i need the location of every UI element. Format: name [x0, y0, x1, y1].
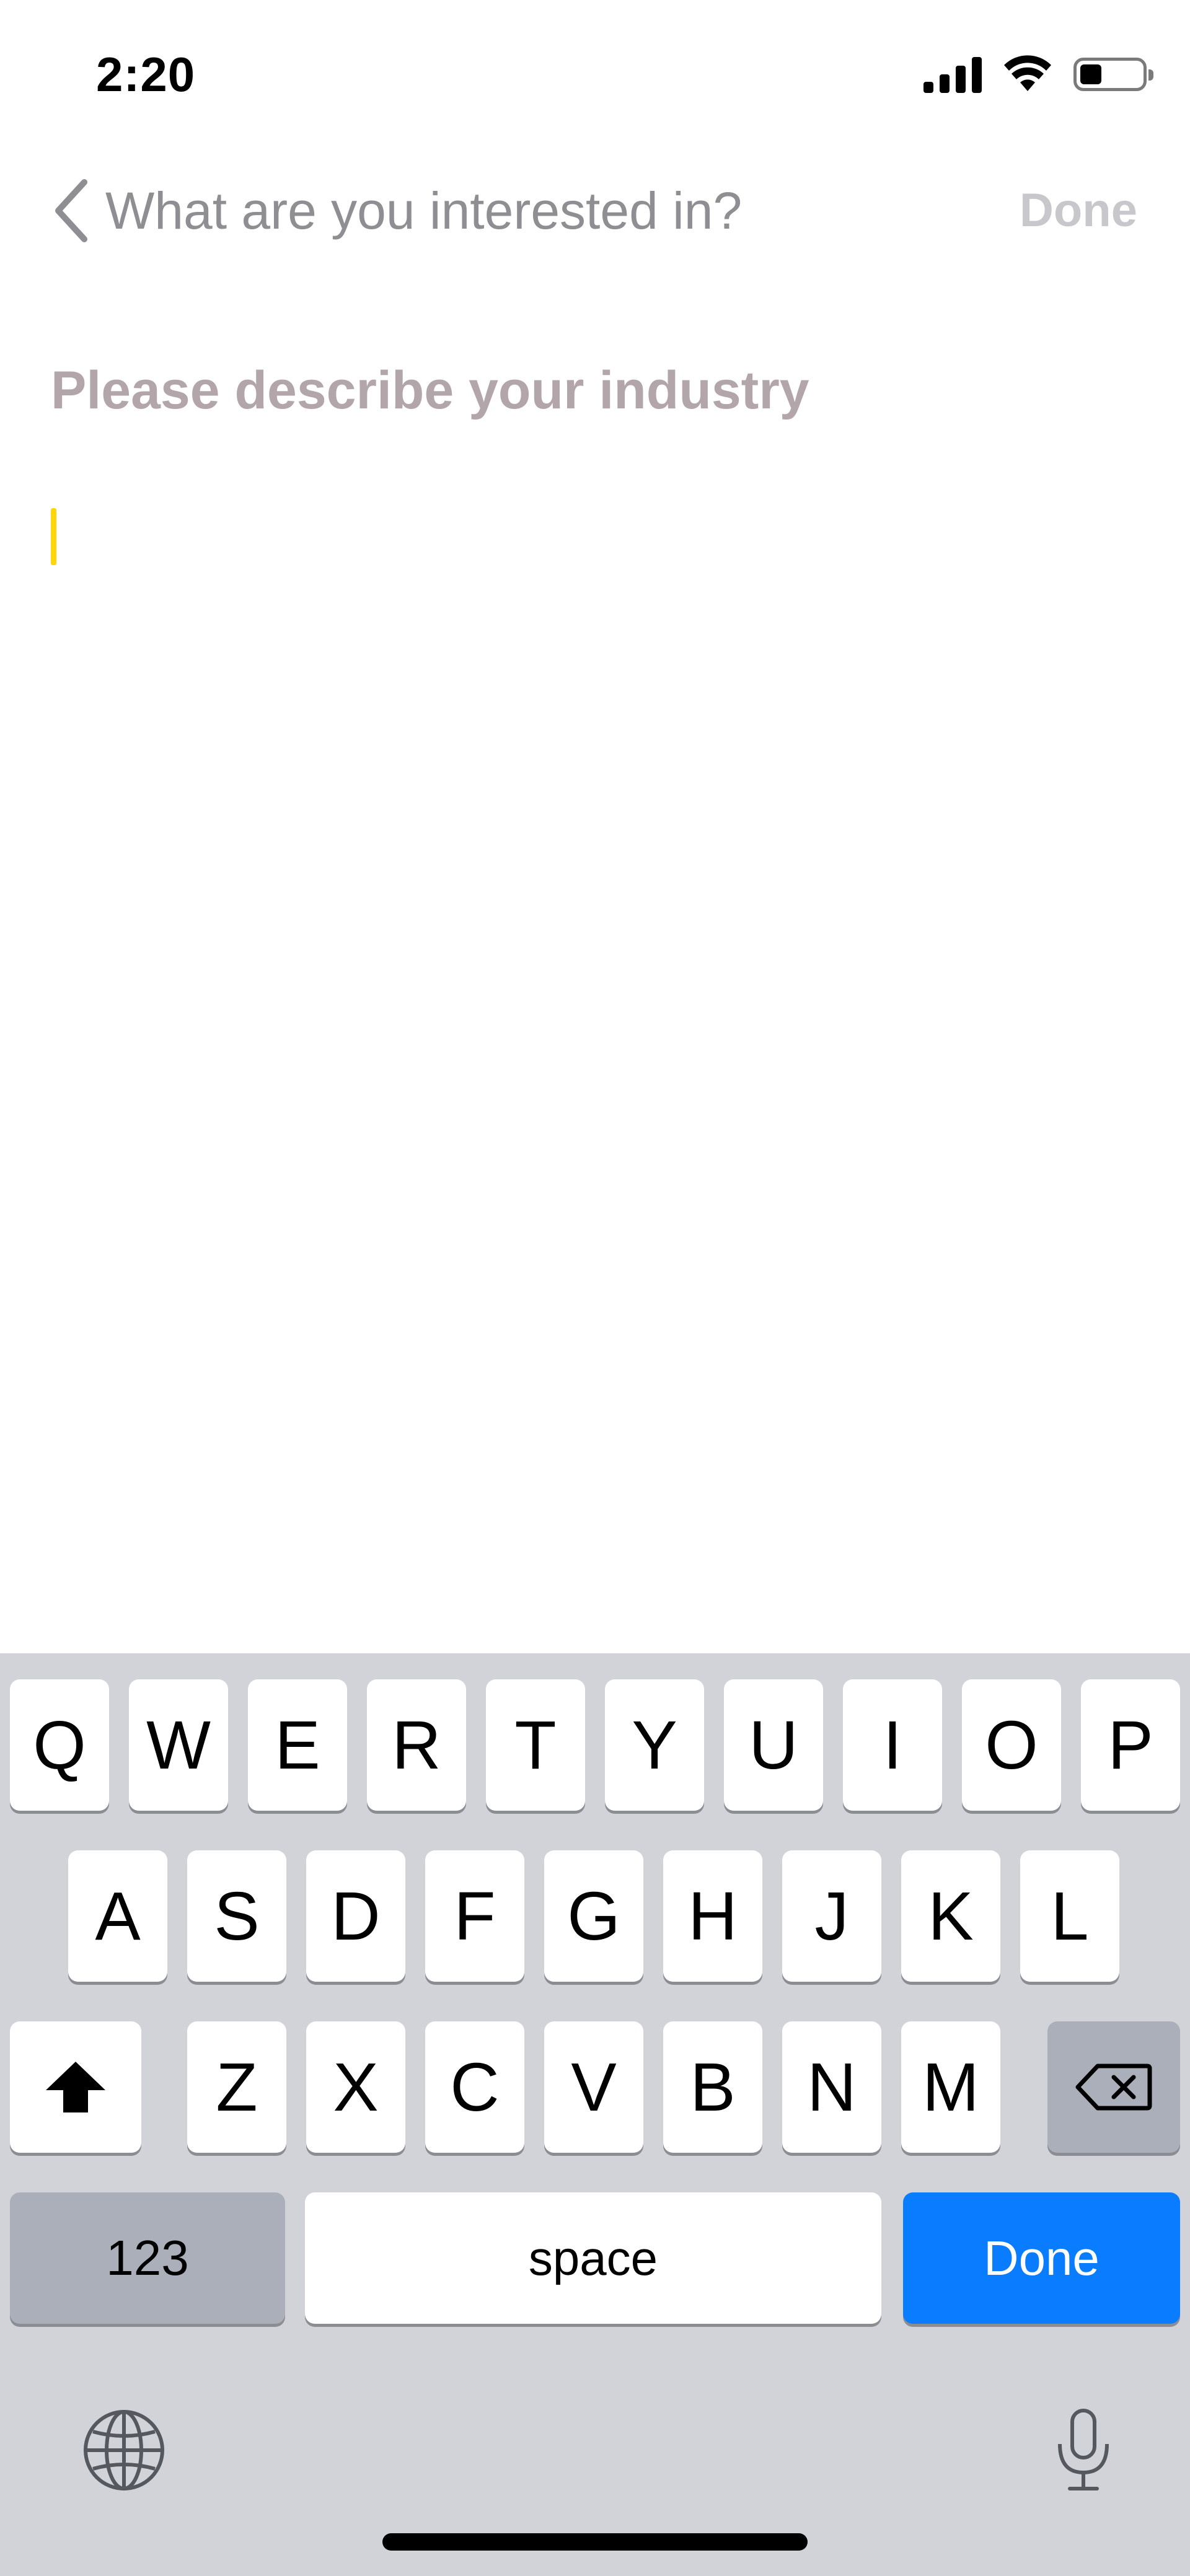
key-z[interactable]: Z: [187, 2021, 286, 2153]
key-s[interactable]: S: [187, 1850, 286, 1982]
key-i[interactable]: I: [843, 1679, 942, 1811]
shift-key[interactable]: [10, 2021, 141, 2153]
status-time: 2:20: [96, 47, 196, 102]
home-indicator[interactable]: [382, 2533, 808, 2551]
keyboard-done-key[interactable]: Done: [903, 2192, 1180, 2324]
dictation-button[interactable]: [1034, 2401, 1133, 2500]
chevron-left-icon: [55, 179, 87, 242]
microphone-icon: [1058, 2409, 1109, 2490]
text-caret: [51, 508, 56, 565]
globe-icon: [84, 2410, 164, 2490]
status-icons: [923, 50, 1153, 99]
key-h[interactable]: H: [663, 1850, 762, 1982]
delete-key[interactable]: [1047, 2021, 1180, 2153]
key-n[interactable]: N: [782, 2021, 881, 2153]
industry-input[interactable]: [43, 490, 1147, 601]
key-r[interactable]: R: [367, 1679, 466, 1811]
globe-button[interactable]: [74, 2401, 174, 2500]
shift-icon: [46, 2062, 105, 2112]
nav-title: What are you interested in?: [105, 182, 743, 240]
cellular-signal-icon: [923, 56, 982, 93]
key-a[interactable]: A: [68, 1850, 167, 1982]
key-u[interactable]: U: [724, 1679, 823, 1811]
key-m[interactable]: M: [901, 2021, 1000, 2153]
key-l[interactable]: L: [1020, 1850, 1119, 1982]
key-q[interactable]: Q: [10, 1679, 109, 1811]
industry-heading: Please describe your industry: [51, 361, 809, 420]
key-e[interactable]: E: [248, 1679, 347, 1811]
key-x[interactable]: X: [306, 2021, 405, 2153]
key-v[interactable]: V: [544, 2021, 643, 2153]
numbers-key[interactable]: 123: [10, 2192, 285, 2324]
key-t[interactable]: T: [486, 1679, 585, 1811]
key-p[interactable]: P: [1081, 1679, 1180, 1811]
keyboard: Q W E R T Y U I O P A S D F G H J K L Z …: [0, 1653, 1190, 2576]
backspace-icon: [1075, 2064, 1152, 2111]
back-button[interactable]: [43, 167, 99, 254]
wifi-icon: [1004, 55, 1051, 91]
key-d[interactable]: D: [306, 1850, 405, 1982]
battery-icon: [1073, 58, 1153, 91]
key-g[interactable]: G: [544, 1850, 643, 1982]
key-c[interactable]: C: [425, 2021, 524, 2153]
space-key[interactable]: space: [305, 2192, 881, 2324]
key-w[interactable]: W: [129, 1679, 228, 1811]
key-f[interactable]: F: [425, 1850, 524, 1982]
key-j[interactable]: J: [782, 1850, 881, 1982]
key-k[interactable]: K: [901, 1850, 1000, 1982]
key-b[interactable]: B: [663, 2021, 762, 2153]
key-o[interactable]: O: [962, 1679, 1061, 1811]
nav-done-button[interactable]: Done: [1020, 180, 1137, 242]
key-y[interactable]: Y: [605, 1679, 704, 1811]
